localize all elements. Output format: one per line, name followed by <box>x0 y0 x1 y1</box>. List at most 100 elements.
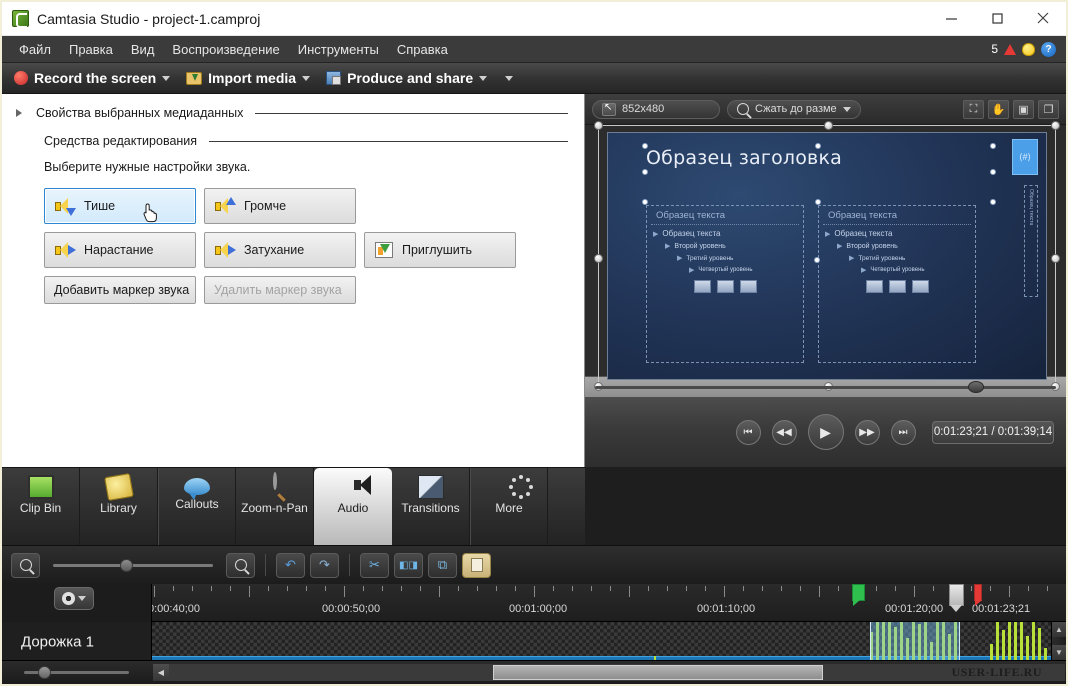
fade-out-button[interactable]: Затухание <box>204 232 356 268</box>
resize-handle-w[interactable] <box>594 254 603 263</box>
go-to-end-button[interactable]: ⏭ <box>890 419 916 445</box>
selection-dot[interactable] <box>814 257 820 263</box>
detach-icon[interactable]: ❐ <box>1038 99 1059 119</box>
scrubber-track[interactable] <box>595 380 1056 393</box>
menu-help[interactable]: Справка <box>388 38 457 61</box>
selection-dot[interactable] <box>990 143 996 149</box>
ruler-label: 00:01:00;00 <box>509 603 568 615</box>
undo-icon[interactable]: ↶ <box>276 552 305 578</box>
menu-playback[interactable]: Воспроизведение <box>163 38 288 61</box>
zoom-in-icon[interactable] <box>226 552 255 578</box>
pan-hand-icon[interactable]: ✋ <box>988 99 1009 119</box>
redo-icon[interactable]: ↷ <box>310 552 339 578</box>
volume-down-button[interactable]: Тише <box>44 188 196 224</box>
selection-dot[interactable] <box>990 199 996 205</box>
main-toolbar: Record the screen Import media Produce a… <box>2 63 1066 94</box>
go-to-start-button[interactable]: ⏮ <box>735 419 761 445</box>
slide-side-placeholder: Образец текста <box>1024 185 1038 297</box>
tab-zoom-n-pan[interactable]: Zoom-n-Pan <box>236 468 314 545</box>
lightbulb-icon[interactable] <box>1022 42 1035 56</box>
track-height-control[interactable] <box>2 666 152 679</box>
watermark: USER-LIFE.RU <box>951 665 1042 679</box>
toolbar-overflow-button[interactable] <box>499 74 519 83</box>
editing-group-header: Средства редактирования <box>2 134 584 148</box>
volume-up-button[interactable]: Громче <box>204 188 356 224</box>
zoom-out-icon[interactable] <box>11 552 40 578</box>
selection-dot[interactable] <box>990 169 996 175</box>
fast-forward-button[interactable]: ▶▶ <box>854 419 880 445</box>
tab-library[interactable]: Library <box>80 468 158 545</box>
minimize-button[interactable] <box>928 2 974 35</box>
timeline-horizontal-scrollbar[interactable]: ◀ <box>153 664 1065 681</box>
track-settings-button[interactable] <box>54 587 94 610</box>
ruler-label: 00:01:10;00 <box>697 603 756 615</box>
play-button[interactable]: ▶ <box>807 414 844 450</box>
timeline-zoom-slider[interactable] <box>53 558 213 572</box>
track-content[interactable]: ▲ ▼ <box>152 622 1066 660</box>
menu-file[interactable]: Файл <box>10 38 60 61</box>
close-button[interactable] <box>1020 2 1066 35</box>
zoom-fit-dropdown[interactable]: Сжать до разме <box>727 99 861 119</box>
snapshot-icon[interactable]: ▣ <box>1013 99 1034 119</box>
cut-icon[interactable]: ✂ <box>360 552 389 578</box>
fade-in-button[interactable]: Нарастание <box>44 232 196 268</box>
properties-group-header[interactable]: Свойства выбранных медиаданных <box>2 106 584 120</box>
selection-dot[interactable] <box>642 143 648 149</box>
slide-number-placeholder[interactable]: ⟨#⟩ <box>1012 139 1038 175</box>
chevron-down-icon[interactable] <box>162 75 171 81</box>
selection-dot[interactable] <box>815 143 821 149</box>
crop-icon[interactable]: ⛶ <box>963 99 984 119</box>
track-height-thumb[interactable] <box>37 666 51 679</box>
ruler-label: 00:01:20;00 <box>885 603 944 615</box>
chevron-down-icon[interactable] <box>302 75 311 81</box>
track-header[interactable]: Дорожка 1 ◉ 🔒 <box>2 622 152 660</box>
maximize-button[interactable] <box>974 2 1020 35</box>
mute-button[interactable]: Приглушить <box>364 232 516 268</box>
tab-transitions[interactable]: Transitions <box>392 468 470 545</box>
timeline-ruler[interactable]: 0:00:40;00 00:00:50;00 00:01:00;00 00:01… <box>152 584 1066 622</box>
magnifier-icon <box>737 103 749 115</box>
record-screen-button[interactable]: Record the screen <box>8 68 176 88</box>
volume-up-icon <box>215 196 236 215</box>
timeline-marker-green[interactable] <box>852 584 865 606</box>
scroll-up-button[interactable]: ▲ <box>1052 622 1066 637</box>
preview-canvas[interactable]: Образец заголовка Образец текста ▶ Образ… <box>585 121 1066 391</box>
selection-dot[interactable] <box>642 199 648 205</box>
slide-content[interactable]: Образец заголовка Образец текста ▶ Образ… <box>607 132 1047 380</box>
scrubber-thumb[interactable] <box>968 380 985 393</box>
tab-clip-bin[interactable]: Clip Bin <box>2 468 80 545</box>
produce-share-button[interactable]: Produce and share <box>320 68 493 88</box>
add-audio-marker-button[interactable]: Добавить маркер звука <box>44 276 196 304</box>
tab-callouts[interactable]: Callouts <box>158 468 236 545</box>
track-height-slider[interactable] <box>24 666 129 679</box>
chevron-down-icon[interactable] <box>479 75 488 81</box>
expander-arrow-icon[interactable] <box>16 109 22 117</box>
canvas-dimensions-button[interactable]: 852x480 <box>592 99 720 119</box>
paste-icon[interactable] <box>462 552 491 578</box>
scroll-left-button[interactable]: ◀ <box>153 664 169 681</box>
tab-more[interactable]: More <box>470 468 548 545</box>
help-icon[interactable]: ? <box>1041 41 1056 57</box>
import-media-button[interactable]: Import media <box>180 68 316 88</box>
playhead[interactable] <box>949 584 964 612</box>
timeline-marker-red[interactable] <box>974 584 982 606</box>
produce-icon <box>326 71 342 85</box>
resize-handle-e[interactable] <box>1051 254 1060 263</box>
menu-edit[interactable]: Правка <box>60 38 122 61</box>
horizontal-scroll-thumb[interactable] <box>493 665 823 680</box>
timeline-vertical-scrollbar[interactable]: ▲ ▼ <box>1051 622 1066 660</box>
selection-dot[interactable] <box>642 169 648 175</box>
warning-triangle-icon[interactable] <box>1004 43 1016 55</box>
scroll-down-button[interactable]: ▼ <box>1052 645 1066 660</box>
selection-dot[interactable] <box>815 199 821 205</box>
copy-icon[interactable]: ⧉ <box>428 552 457 578</box>
menu-view[interactable]: Вид <box>122 38 164 61</box>
audio-button-row-3: Добавить маркер звука Удалить маркер зву… <box>44 276 584 304</box>
zoom-slider-thumb[interactable] <box>120 558 134 572</box>
tab-audio[interactable]: Audio <box>314 468 392 545</box>
split-icon[interactable]: ◧◨ <box>394 552 423 578</box>
rewind-button[interactable]: ◀◀ <box>771 419 797 445</box>
menu-tools[interactable]: Инструменты <box>289 38 388 61</box>
bullet-level-1: ▶ Образец текста <box>647 229 803 238</box>
audio-buttons: Тише Громче Нарастание Затухание Приглуш… <box>2 188 584 304</box>
